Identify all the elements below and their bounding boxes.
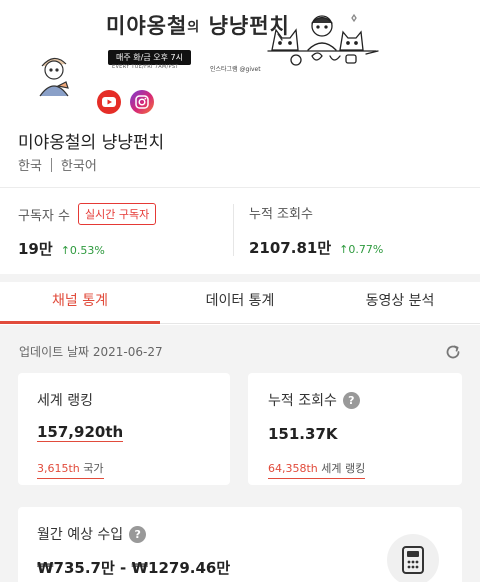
channel-meta: 한국 한국어 [18,155,97,174]
views-rank-label: 세계 랭킹 [321,462,366,475]
views-world-rank: 64,358th 세계 랭킹 [268,460,366,479]
subscribers-change: ↑0.53% [60,244,105,257]
banner-title: 미야옹철의 냥냥펀치 [106,10,290,40]
schedule-subtext: EVERY TUE/FRI 7AM/PST [112,64,179,70]
country-rank-number: 3,615th [37,462,80,475]
subscribers-label-row: 구독자 수 실시간 구독자 [18,203,157,225]
country-rank: 3,615th 국가 [37,460,104,479]
monthly-income-title-row: 월간 예상 수입 ? [37,524,147,544]
views-label-row: 누적 조회수 [249,203,383,222]
cumulative-views-title-row: 누적 조회수 ? [268,390,360,410]
stat-separator [233,204,234,256]
meta-separator [50,157,52,172]
monthly-income-title: 월간 예상 수입 [37,527,124,543]
help-icon[interactable]: ? [129,525,147,543]
views-change: ↑0.77% [339,243,384,256]
channel-language: 한국어 [60,159,97,174]
cumulative-views-card: 누적 조회수 ? 151.37K 64,358th 세계 랭킹 [248,373,462,485]
views-value-row: 2107.81만 ↑0.77% [249,237,383,258]
views-stat: 누적 조회수 2107.81만 ↑0.77% [249,203,383,258]
subscribers-value-row: 19만 ↑0.53% [18,238,156,259]
subscribers-stat: 구독자 수 실시간 구독자 19만 ↑0.53% [18,203,157,259]
country-rank-label: 국가 [83,462,104,475]
cumulative-views-sub: 64,358th 세계 랭킹 [268,457,366,479]
banner-title-part2: 의 [187,20,201,35]
cats-illustration [267,13,379,66]
section-gap [0,274,480,282]
monthly-income-value: ₩735.7만 - ₩1279.46만 [37,559,231,577]
schedule-pill: 매주 화/금 오후 7시 [108,50,191,65]
channel-country: 한국 [18,159,42,174]
calculator-icon[interactable] [387,534,439,582]
channel-name: 미야옹철의 냥냥펀치 [18,133,165,153]
refresh-icon[interactable] [444,343,462,361]
subscribers-value: 19만 [18,240,53,258]
subscribers-label: 구독자 수 [18,208,70,224]
divider [0,187,480,188]
help-icon[interactable]: ? [342,391,360,409]
tab-data-stats[interactable]: 데이터 통계 [160,282,320,323]
cumulative-views-title: 누적 조회수 [268,393,337,409]
tab-video-analysis[interactable]: 동영상 분석 [320,282,480,323]
world-rank-title: 세계 랭킹 [37,393,93,409]
mascot-illustration [39,57,69,97]
views-label: 누적 조회수 [249,207,313,222]
tab-channel-stats[interactable]: 채널 통계 [0,282,160,324]
world-rank-sub: 3,615th 국가 [37,457,104,479]
cumulative-views-value: 151.37K [268,425,338,443]
banner-title-part1: 미야옹철 [106,14,188,38]
stats-content: 업데이트 날짜 2021-06-27 세계 랭킹 157,920th 3,615… [0,325,480,582]
instagram-icon[interactable] [130,90,154,114]
live-subscribers-button[interactable]: 실시간 구독자 [77,203,157,225]
instagram-handle: 인스타그램 @givet [210,66,261,73]
channel-banner: 미야옹철의 냥냥펀치 매주 화/금 오후 7시 EVERY TUE/FRI 7A… [0,0,480,120]
views-rank-number: 64,358th [268,462,318,475]
updated-date: 업데이트 날짜 2021-06-27 [19,345,163,359]
world-rank-number: 157,920th [37,423,124,442]
tab-bar: 채널 통계 데이터 통계 동영상 분석 [0,282,480,324]
world-rank-card: 세계 랭킹 157,920th 3,615th 국가 [18,373,230,485]
youtube-icon[interactable] [97,90,121,114]
views-value: 2107.81만 [249,239,332,257]
world-rank-value: 157,920th [37,423,124,442]
